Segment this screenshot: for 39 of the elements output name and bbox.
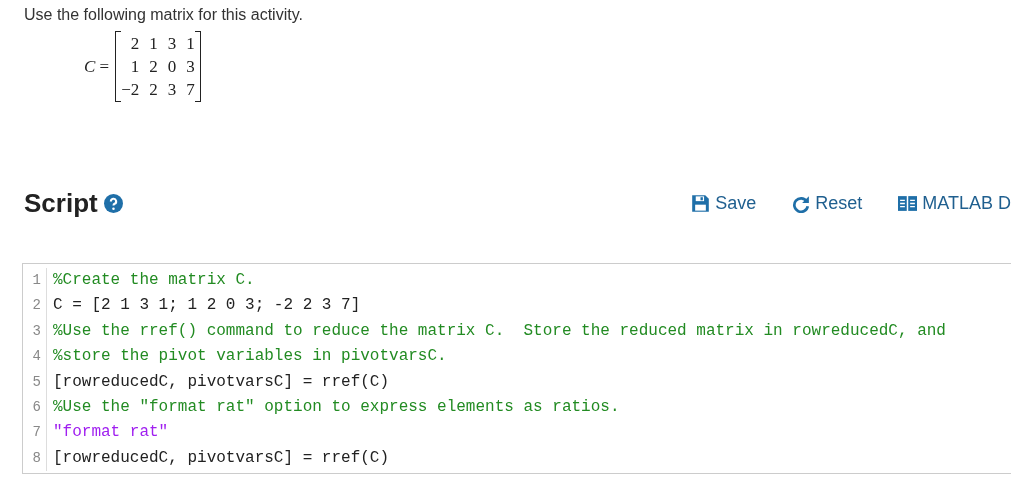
code-comment: %Create the matrix C. bbox=[53, 270, 255, 291]
matrix-entry: 0 bbox=[167, 56, 177, 77]
code-line: C = [2 1 3 1; 1 2 0 3; -2 2 3 7] bbox=[53, 295, 361, 317]
section-title: Script bbox=[24, 188, 98, 219]
line-number: 2 bbox=[23, 293, 47, 319]
line-number: 1 bbox=[23, 268, 47, 294]
line-number: 3 bbox=[23, 318, 47, 345]
line-number: 6 bbox=[23, 395, 47, 421]
help-icon[interactable] bbox=[103, 194, 123, 213]
documentation-button[interactable]: MATLAB D bbox=[898, 193, 1011, 214]
save-icon bbox=[691, 194, 711, 213]
line-number: 8 bbox=[23, 445, 47, 472]
matrix-entry: 3 bbox=[167, 33, 177, 54]
code-line: [rowreducedC, pivotvarsC] = rref(C) bbox=[53, 371, 390, 393]
matrix-entry: 7 bbox=[186, 79, 195, 100]
reset-icon bbox=[792, 194, 811, 213]
matrix-entry: 1 bbox=[149, 33, 158, 54]
reset-button[interactable]: Reset bbox=[792, 193, 863, 214]
line-number: 5 bbox=[23, 369, 47, 396]
code-line: [rowreducedC, pivotvarsC] = rref(C) bbox=[53, 447, 390, 469]
matrix-entry: 2 bbox=[149, 79, 158, 100]
line-number: 4 bbox=[23, 344, 47, 370]
instruction-text: Use the following matrix for this activity. bbox=[24, 6, 303, 24]
matrix-entry: −2 bbox=[121, 79, 140, 100]
save-button[interactable]: Save bbox=[691, 193, 757, 214]
code-comment: %Use the "format rat" option to express elements as ratios. bbox=[53, 397, 620, 419]
code-comment: %Use the rref() command to reduce the matrix C. Store the reduced matrix in rowreducedC, and bbox=[53, 320, 946, 342]
book-icon bbox=[898, 195, 918, 212]
matrix-entry: 1 bbox=[186, 33, 195, 54]
code-string: "format rat" bbox=[53, 422, 169, 444]
matrix-entry: 1 bbox=[129, 56, 140, 77]
matrix-entry: 3 bbox=[186, 56, 195, 77]
matrix-entry: 3 bbox=[167, 79, 177, 100]
matrix-entry: 2 bbox=[129, 33, 140, 54]
matrix-entry: 2 bbox=[149, 56, 158, 77]
line-number: 7 bbox=[23, 420, 47, 446]
code-comment: %store the pivot variables in pivotvarsC. bbox=[53, 346, 447, 368]
code-editor[interactable] bbox=[22, 263, 1011, 475]
matrix-label: C = bbox=[84, 56, 110, 77]
